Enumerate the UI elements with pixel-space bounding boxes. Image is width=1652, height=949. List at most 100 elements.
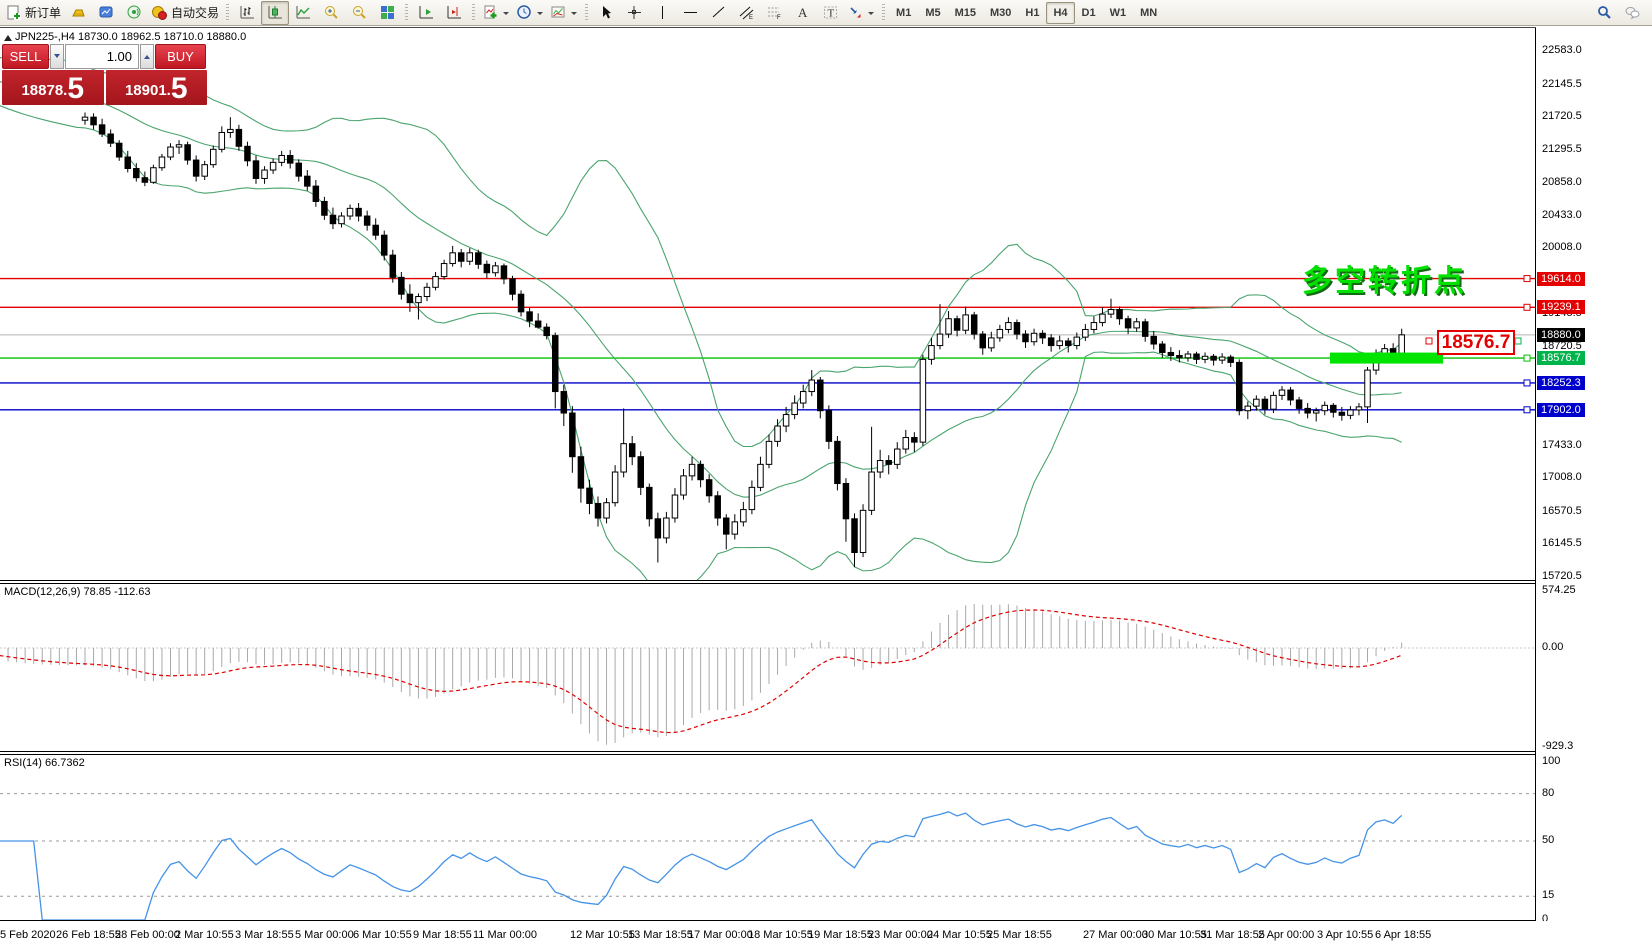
chart-annotation-text[interactable]: 多空转折点 [1302,256,1467,300]
buy-price-display[interactable]: 18901.5 [106,70,208,105]
autoscroll-button[interactable] [412,1,440,25]
market-depth-button[interactable] [64,1,92,25]
timeframe-m30[interactable]: M30 [983,2,1018,24]
zoom-out-icon [351,4,368,21]
time-axis-label: 11 Mar 00:00 [473,929,537,941]
time-axis-label: 2 Apr 00:00 [1258,929,1314,941]
arrows-dropdown-arrow[interactable] [868,12,874,18]
sell-price-display[interactable]: 18878.5 [2,70,104,105]
signal-icon [126,4,143,21]
autotrade-button[interactable]: 自动交易 [148,1,222,25]
indicators-dropdown-arrow[interactable] [503,12,509,18]
timeframe-m5[interactable]: M5 [918,2,947,24]
label-tool-button[interactable]: T [816,1,844,25]
toolbar-grip [226,4,229,22]
price-axis-value-box: 19239.1 [1537,300,1585,314]
templates-button[interactable] [547,1,581,25]
axis-tick-label: 22145.5 [1542,78,1582,90]
indicators-add-icon [482,4,499,21]
price-chart-canvas[interactable] [0,0,1652,949]
market-watch-button[interactable] [92,1,120,25]
autotrade-label: 自动交易 [171,4,219,21]
bar-chart-type-button[interactable] [233,1,261,25]
timeframe-m1[interactable]: M1 [889,2,918,24]
text-tool-button[interactable]: A [788,1,816,25]
search-icon [1596,4,1613,21]
timeframe-m15[interactable]: M15 [948,2,983,24]
axis-tick-label: 21295.5 [1542,143,1582,155]
tile-windows-button[interactable] [373,1,401,25]
vertical-line-tool-button[interactable] [648,1,676,25]
time-axis[interactable]: 5 Feb 202026 Feb 18:5528 Feb 00:002 Mar … [0,921,1652,949]
time-axis-label: 6 Mar 10:55 [353,929,412,941]
new-order-button[interactable]: 新订单 [2,1,64,25]
line-chart-icon [295,4,312,21]
time-axis-label: 3 Mar 18:55 [235,929,294,941]
line-chart-type-button[interactable] [289,1,317,25]
chat-button[interactable] [1618,1,1646,25]
axis-tick-label: 50 [1542,834,1554,846]
trendline-icon [710,4,727,21]
rsi-pane-label: RSI(14) 66.7362 [4,757,85,769]
timeframe-h4[interactable]: H4 [1046,2,1074,24]
up-arrow-icon [144,52,150,59]
macd-pane-label: MACD(12,26,9) 78.85 -112.63 [4,586,151,598]
clock-icon [516,4,533,21]
axis-tick-label: 16145.5 [1542,537,1582,549]
fibonacci-tool-button[interactable]: F [760,1,788,25]
crosshair-button[interactable] [620,1,648,25]
signals-button[interactable] [120,1,148,25]
price-callout-label[interactable]: 18576.7 [1437,330,1515,355]
time-axis-label: 5 Feb 2020 [0,929,56,941]
timeframe-w1[interactable]: W1 [1103,2,1134,24]
candlestick-type-button[interactable] [261,1,289,25]
axis-tick-label: 17008.0 [1542,471,1582,483]
zoom-out-button[interactable] [345,1,373,25]
sell-button[interactable]: SELL [2,44,49,69]
periods-dropdown-arrow[interactable] [537,12,543,18]
lot-increase-button[interactable] [140,44,154,69]
channel-tool-button[interactable]: E [732,1,760,25]
price-axis[interactable]: 22583.022145.521720.521295.520858.020433… [1536,27,1652,925]
axis-tick-label: 15 [1542,889,1554,901]
price-axis-value-box: 17902.0 [1537,403,1585,417]
candlestick-icon [267,4,284,21]
time-axis-label: 9 Mar 18:55 [413,929,472,941]
cursor-icon [598,4,615,21]
symbol-ohlc-header: JPN225-,H4 18730.0 18962.5 18710.0 18880… [15,31,246,43]
new-order-label: 新订单 [25,4,61,21]
timeframe-h1[interactable]: H1 [1018,2,1046,24]
arrows-tool-button[interactable] [844,1,878,25]
time-axis-label: 3 Apr 10:55 [1317,929,1373,941]
trendline-tool-button[interactable] [704,1,732,25]
timeframe-d1[interactable]: D1 [1075,2,1103,24]
svg-text:T: T [827,8,834,20]
zoom-in-button[interactable] [317,1,345,25]
cursor-button[interactable] [592,1,620,25]
time-axis-label: 30 Mar 10:55 [1142,929,1207,941]
chart-shift-button[interactable] [440,1,468,25]
axis-tick-label: 22583.0 [1542,44,1582,56]
horizontal-line-tool-button[interactable] [676,1,704,25]
time-axis-label: 19 Mar 18:55 [808,929,873,941]
indicators-button[interactable] [479,1,513,25]
timeframe-mn[interactable]: MN [1133,2,1164,24]
time-axis-label: 2 Mar 10:55 [175,929,234,941]
search-button[interactable] [1590,1,1618,25]
templates-dropdown-arrow[interactable] [571,12,577,18]
periods-button[interactable] [513,1,547,25]
bar-chart-icon [239,4,256,21]
vertical-line-icon [654,4,671,21]
toolbar-grip [585,4,588,22]
buy-button[interactable]: BUY [155,44,206,69]
svg-text:F: F [777,15,781,21]
sell-price-pip: 5 [67,75,84,103]
lot-size-input[interactable]: 1.00 [65,44,139,69]
lot-decrease-button[interactable] [50,44,64,69]
buy-price-pip: 5 [171,75,188,103]
collapse-panel-icon[interactable] [4,35,12,41]
tile-windows-icon [379,4,396,21]
buy-price-main: 18901. [125,79,171,103]
axis-tick-label: 0.00 [1542,641,1563,653]
time-axis-label: 17 Mar 00:00 [688,929,753,941]
